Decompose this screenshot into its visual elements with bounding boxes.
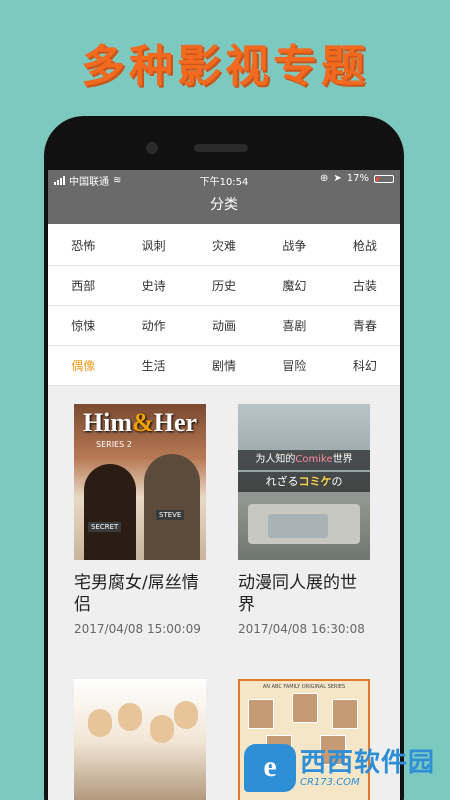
topic-poster[interactable]: 为人知的Comike世界 れざるコミケの — [238, 404, 370, 560]
category-disaster[interactable]: 灾难 — [189, 226, 259, 265]
topic-poster[interactable] — [74, 679, 206, 800]
category-horror[interactable]: 恐怖 — [48, 226, 118, 265]
topic-card[interactable]: Him&Her SERIES 2 SECRET STEVE 宅男腐女/屌丝情侣 … — [74, 404, 206, 636]
topic-list: Him&Her SERIES 2 SECRET STEVE 宅男腐女/屌丝情侣 … — [48, 386, 400, 800]
phone-camera — [146, 142, 158, 154]
category-adventure[interactable]: 冒险 — [259, 346, 329, 385]
poster-banner: 为人知的Comike世界 — [238, 450, 370, 470]
topic-date: 2017/04/08 15:00:09 — [74, 622, 201, 636]
promo-title: 多种影视专题 — [81, 41, 369, 92]
category-gunfight[interactable]: 枪战 — [330, 226, 400, 265]
poster-banner-text: 为人知的 — [255, 454, 296, 465]
category-western[interactable]: 西部 — [48, 266, 118, 305]
poster-title: Him&Her — [74, 408, 206, 438]
category-satire[interactable]: 讽刺 — [118, 226, 188, 265]
category-comedy[interactable]: 喜剧 — [259, 306, 329, 345]
poster-title-him: Him — [82, 408, 133, 437]
category-epic[interactable]: 史诗 — [118, 266, 188, 305]
nav-title: 分类 — [48, 188, 400, 224]
topic-title[interactable]: 动漫同人展的世界 — [238, 572, 370, 616]
category-row: 偶像 生活 剧情 冒险 科幻 — [48, 346, 400, 386]
poster-title-her: Her — [153, 408, 198, 437]
category-row: 西部 史诗 历史 魔幻 古装 — [48, 266, 400, 306]
battery-icon — [374, 174, 394, 183]
category-row: 恐怖 讽刺 灾难 战争 枪战 — [48, 226, 400, 266]
poster-banner-highlight: コミケ — [298, 475, 332, 488]
poster-face — [150, 715, 174, 743]
poster-person — [84, 464, 136, 560]
category-animation[interactable]: 动画 — [189, 306, 259, 345]
category-life[interactable]: 生活 — [118, 346, 188, 385]
site-watermark: e 西西软件园 CR173.COM — [244, 742, 448, 794]
watermark-logo: e — [244, 744, 296, 792]
topic-title[interactable]: 宅男腐女/屌丝情侣 — [74, 572, 206, 616]
battery-percent: 17% — [346, 173, 369, 184]
poster-caption: AN ABC FAMILY ORIGINAL SERIES — [262, 684, 346, 690]
rotation-lock-icon: ⊕ — [319, 173, 329, 184]
category-action[interactable]: 动作 — [118, 306, 188, 345]
poster-banner: れざるコミケの — [238, 472, 370, 492]
category-war[interactable]: 战争 — [259, 226, 329, 265]
category-fantasy[interactable]: 魔幻 — [259, 266, 329, 305]
status-bar: 中国联通 ≋ 下午10:54 ⊕ ➤ 17% — [48, 170, 400, 188]
poster-building — [268, 514, 328, 538]
poster-series: SERIES 2 — [96, 440, 132, 449]
watermark-name: 西西软件园 — [300, 747, 436, 778]
poster-apron-text: SECRET — [88, 522, 122, 532]
topic-poster[interactable]: Him&Her SERIES 2 SECRET STEVE — [74, 404, 206, 560]
phone-speaker — [194, 144, 248, 152]
watermark-url: CR173.COM — [300, 776, 360, 788]
poster-banner-text: の — [331, 475, 343, 488]
category-costume[interactable]: 古装 — [330, 266, 400, 305]
category-drama[interactable]: 剧情 — [189, 346, 259, 385]
poster-face — [118, 703, 142, 731]
phone-screen: 中国联通 ≋ 下午10:54 ⊕ ➤ 17% 分类 恐怖 讽刺 灾难 战争 枪战… — [48, 170, 400, 800]
poster-banner-text: 世界 — [332, 454, 353, 465]
category-idol[interactable]: 偶像 — [48, 346, 118, 385]
category-thriller[interactable]: 惊悚 — [48, 306, 118, 345]
topic-card[interactable]: 为人知的Comike世界 れざるコミケの 动漫同人展的世界 2017/04/08… — [238, 404, 370, 636]
poster-title-amp: & — [132, 408, 154, 437]
poster-portrait — [248, 699, 274, 729]
topic-card[interactable] — [74, 679, 206, 800]
poster-portrait — [332, 699, 358, 729]
topic-date: 2017/04/08 16:30:08 — [238, 622, 365, 636]
category-history[interactable]: 历史 — [189, 266, 259, 305]
category-youth[interactable]: 青春 — [330, 306, 400, 345]
category-scifi[interactable]: 科幻 — [330, 346, 400, 385]
poster-apron-text: STEVE — [156, 510, 185, 520]
poster-banner-highlight: Comike — [295, 454, 333, 465]
category-row: 惊悚 动作 动画 喜剧 青春 — [48, 306, 400, 346]
poster-face — [88, 709, 112, 737]
phone-frame: 中国联通 ≋ 下午10:54 ⊕ ➤ 17% 分类 恐怖 讽刺 灾难 战争 枪战… — [44, 116, 404, 800]
poster-face — [174, 701, 198, 729]
location-icon: ➤ — [333, 173, 342, 184]
poster-banner-text: れざる — [265, 475, 299, 488]
poster-portrait — [292, 693, 318, 723]
poster-person — [144, 454, 200, 560]
